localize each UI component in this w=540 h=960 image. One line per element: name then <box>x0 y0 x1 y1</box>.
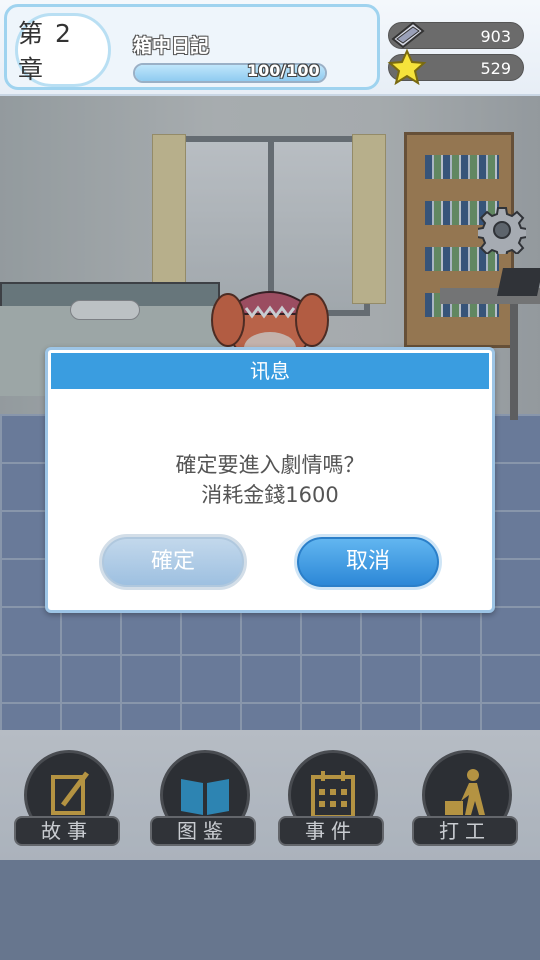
top-header: 第 2 章 箱中日記 100/100 903 529 <box>0 0 540 96</box>
ticket-icon <box>391 21 425 49</box>
star-count: 529 <box>480 59 511 78</box>
chapter-title: 箱中日記 <box>133 35 210 57</box>
dialog-message-line2: 消耗金錢1600 <box>201 483 339 507</box>
chapter-badge: 第 2 章 <box>15 13 111 87</box>
star-icon <box>387 49 427 85</box>
confirm-dialog: 讯息 確定要進入劇情嗎？ 消耗金錢1600 確定 取消 <box>45 347 495 613</box>
star-counter[interactable]: 529 <box>387 49 524 85</box>
chapter-card[interactable]: 第 2 章 箱中日記 100/100 <box>4 4 380 90</box>
dialog-title: 讯息 <box>51 353 489 389</box>
ticket-count: 903 <box>480 27 511 46</box>
cancel-button[interactable]: 取消 <box>294 534 442 590</box>
dialog-message: 確定要進入劇情嗎？ 消耗金錢1600 <box>48 450 492 510</box>
confirm-button[interactable]: 確定 <box>99 534 247 590</box>
dialog-message-line1: 確定要進入劇情嗎？ <box>175 453 365 477</box>
chapter-progress-text: 100/100 <box>247 61 320 80</box>
ticket-counter[interactable]: 903 <box>388 21 524 49</box>
